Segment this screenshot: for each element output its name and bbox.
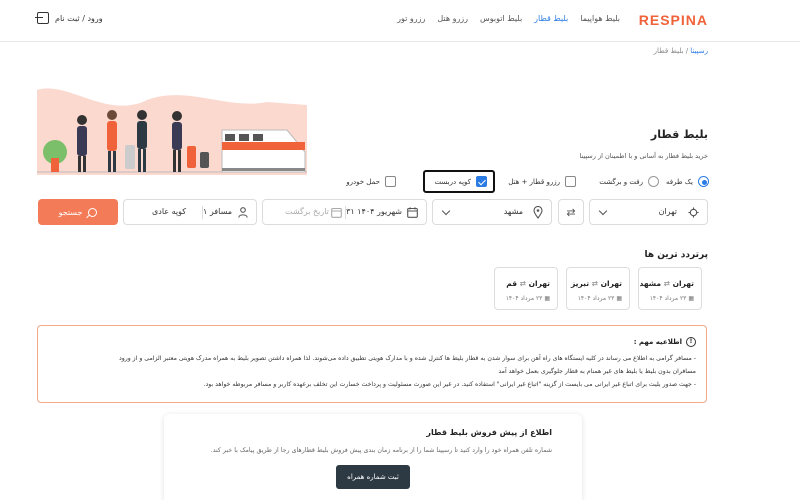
register-phone-button[interactable]: ثبت شماره همراه	[336, 465, 410, 489]
nav-tour[interactable]: رزرو تور	[397, 14, 425, 23]
breadcrumb: رسپینا / بلیط قطار	[654, 47, 708, 55]
login-label: ورود / ثبت نام	[55, 13, 103, 23]
notice-line: - جهت صدور بلیت برای اتباع غیر ایرانی می…	[203, 381, 696, 388]
calendar-icon: ▦	[616, 295, 622, 302]
breadcrumb-home[interactable]: رسپینا	[690, 47, 708, 55]
route-card[interactable]: تهران ⇄ مشهد ▦ ۲۳ مرداد ۱۴۰۴	[638, 267, 702, 310]
train-illustration	[37, 88, 307, 175]
location-pin-icon	[533, 206, 543, 219]
login-button[interactable]: ورود / ثبت نام	[35, 12, 103, 24]
calendar-icon	[407, 207, 418, 218]
notice-line: مسافران بدون بلیط یا بلیط های غیر همنام …	[498, 368, 696, 375]
private-coupe-checkbox[interactable]	[476, 176, 487, 187]
car-transport-label: حمل خودرو	[346, 177, 380, 186]
route-date: ▦ ۲۳ مرداد ۱۴۰۴	[505, 295, 550, 302]
destination-value: مشهد	[503, 207, 523, 216]
option-train-hotel[interactable]: رزرو قطار + هتل	[508, 176, 576, 187]
breadcrumb-current: بلیط قطار	[653, 47, 684, 55]
route-name: تهران ⇄ مشهد	[639, 279, 694, 288]
page-title: بلیط قطار	[650, 128, 708, 141]
search-label: جستجو	[58, 207, 83, 217]
one-way-label: یک طرفه	[666, 177, 693, 186]
round-trip-label: رفت و برگشت	[599, 177, 643, 186]
nav-bus[interactable]: بلیط اتوبوس	[480, 14, 522, 23]
calendar-icon: ▦	[544, 295, 550, 302]
passenger-divider	[202, 206, 203, 219]
car-transport-checkbox[interactable]	[385, 176, 396, 187]
page-subtitle: خرید بلیط قطار به آسانی و با اطمینان از …	[579, 152, 708, 160]
notice-title: ! اطلاعیه مهم :	[634, 337, 696, 347]
option-car-transport[interactable]: حمل خودرو	[346, 176, 396, 187]
swap-arrow-icon: ⇄	[519, 279, 526, 288]
search-icon	[88, 207, 98, 217]
coupe-type: کوپه عادی	[152, 207, 187, 216]
chevron-down-icon	[441, 206, 451, 216]
respina-logo[interactable]: RESPINA	[639, 12, 708, 28]
swap-button[interactable]: ⇄	[558, 199, 584, 225]
swap-arrow-icon: ⇄	[591, 279, 598, 288]
user-icon	[238, 207, 248, 218]
route-card[interactable]: تهران ⇄ قم ▦ ۲۳ مرداد ۱۴۰۴	[494, 267, 558, 310]
option-one-way[interactable]: یک طرفه	[666, 176, 709, 187]
calendar-icon	[331, 207, 342, 218]
route-date: ▦ ۲۳ مرداد ۱۴۰۴	[649, 295, 694, 302]
login-icon	[35, 12, 49, 24]
important-notice: ! اطلاعیه مهم : - مسافر گرامی به اطلاع م…	[37, 325, 707, 403]
notice-text: - مسافر گرامی به اطلاع می رساند در کلیه …	[48, 352, 696, 391]
swap-icon: ⇄	[566, 205, 576, 219]
popular-routes-title: پرتردد ترین ها	[644, 250, 708, 260]
nav-train[interactable]: بلیط قطار	[534, 14, 568, 23]
round-trip-radio[interactable]	[648, 176, 659, 187]
info-icon: !	[686, 337, 696, 347]
one-way-radio[interactable]	[698, 176, 709, 187]
nav-flight[interactable]: بلیط هواپیما	[580, 14, 620, 23]
route-card[interactable]: تهران ⇄ تبریز ▦ ۲۳ مرداد ۱۴۰۴	[566, 267, 630, 310]
date-divider	[345, 206, 346, 219]
train-hotel-checkbox[interactable]	[565, 176, 576, 187]
passenger-count: ۱ مسافر	[203, 207, 232, 216]
top-header: RESPINA بلیط هواپیما بلیط قطار بلیط اتوب…	[0, 0, 800, 42]
option-round-trip[interactable]: رفت و برگشت	[599, 176, 659, 187]
route-name: تهران ⇄ قم	[506, 279, 550, 288]
depart-date-value: ۳۱ شهریور ۱۴۰۴	[346, 207, 402, 216]
train-hotel-label: رزرو قطار + هتل	[508, 177, 560, 186]
notice-line: - مسافر گرامی به اطلاع می رساند در کلیه …	[118, 355, 696, 362]
calendar-icon: ▦	[688, 295, 694, 302]
nav-hotel[interactable]: رزرو هتل	[437, 14, 468, 23]
option-private-coupe[interactable]: کوپه دربست	[435, 176, 487, 187]
origin-field[interactable]: تهران	[589, 199, 708, 225]
date-field[interactable]: ۳۱ شهریور ۱۴۰۴ تاریخ برگشت	[262, 199, 427, 225]
passenger-field[interactable]: ۱ مسافر کوپه عادی	[123, 199, 257, 225]
presale-description: شماره تلفن همراه خود را وارد کنید تا رسپ…	[210, 447, 552, 454]
search-button[interactable]: جستجو	[38, 199, 118, 225]
target-icon	[688, 207, 699, 218]
return-date-placeholder[interactable]: تاریخ برگشت	[285, 207, 329, 216]
private-coupe-label: کوپه دربست	[434, 177, 471, 186]
main-nav: بلیط هواپیما بلیط قطار بلیط اتوبوس رزرو …	[397, 14, 620, 23]
presale-title: اطلاع از پیش فروش بلیط قطار	[426, 428, 552, 437]
chevron-down-icon	[598, 206, 608, 216]
destination-field[interactable]: مشهد	[432, 199, 552, 225]
swap-arrow-icon: ⇄	[663, 279, 670, 288]
origin-value: تهران	[658, 207, 677, 216]
presale-card: اطلاع از پیش فروش بلیط قطار شماره تلفن ه…	[164, 414, 582, 500]
route-name: تهران ⇄ تبریز	[571, 279, 622, 288]
route-date: ▦ ۲۳ مرداد ۱۴۰۴	[577, 295, 622, 302]
